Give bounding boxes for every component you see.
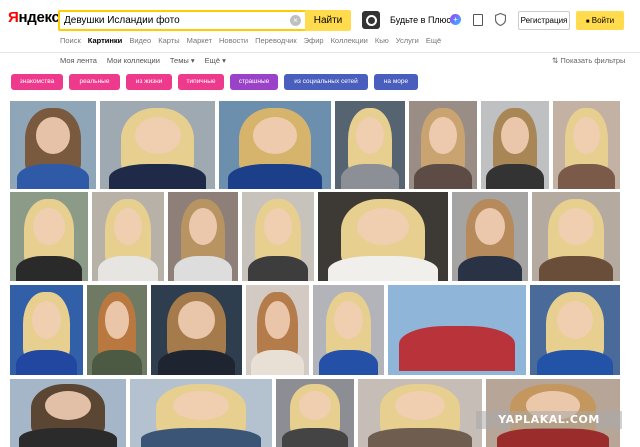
subnav: Моя лента Мои коллекции Темы ▾ Ещё ▾ — [60, 56, 226, 65]
service-tab[interactable]: Переводчик — [255, 36, 297, 48]
logo-first-letter: Я — [8, 9, 19, 26]
show-filters-button[interactable]: ⇅ Показать фильтры — [552, 56, 625, 65]
header-divider — [0, 52, 640, 53]
service-tab[interactable]: Ещё — [426, 36, 441, 48]
yandex-logo[interactable]: Яндекс — [8, 9, 60, 26]
image-result[interactable] — [481, 101, 549, 189]
search-input[interactable] — [62, 13, 298, 28]
service-tab[interactable]: Услуги — [396, 36, 419, 48]
image-result[interactable] — [92, 192, 164, 281]
search-box: × Найти — [58, 10, 351, 31]
show-filters-label: Показать фильтры — [560, 56, 626, 65]
tag-chip[interactable]: реальные — [69, 74, 120, 90]
image-result[interactable] — [452, 192, 528, 281]
image-result[interactable] — [219, 101, 331, 189]
image-result[interactable] — [87, 285, 147, 375]
more-dropdown[interactable]: Ещё ▾ — [205, 56, 226, 65]
login-button[interactable]: ■ Войти — [576, 11, 624, 30]
more-label: Ещё — [204, 56, 220, 65]
tag-chip[interactable]: страшные — [230, 74, 278, 90]
search-button[interactable]: Найти — [305, 10, 351, 31]
service-tab[interactable]: Маркет — [187, 36, 212, 48]
watermark: YAPLAKAL.COM — [476, 411, 622, 429]
image-result[interactable] — [10, 285, 83, 375]
tag-chip[interactable]: типичные — [178, 74, 224, 90]
camera-icon[interactable] — [362, 11, 380, 29]
login-icon: ■ — [585, 19, 590, 25]
chevron-down-icon: ▾ — [222, 56, 226, 65]
image-result[interactable] — [10, 192, 88, 281]
register-button[interactable]: Регистрация — [518, 11, 570, 30]
image-result[interactable] — [358, 379, 482, 447]
tag-chip[interactable]: из жизни — [126, 74, 172, 90]
chevron-down-icon: ▾ — [190, 56, 195, 65]
image-result[interactable] — [130, 379, 272, 447]
tag-chip[interactable]: знакомства — [11, 74, 63, 90]
tag-chip[interactable]: на море — [374, 74, 418, 90]
image-results-grid — [0, 0, 640, 447]
service-tab[interactable]: Коллекции — [331, 36, 368, 48]
image-result[interactable] — [388, 285, 526, 375]
image-result[interactable] — [335, 101, 405, 189]
my-feed-link[interactable]: Моя лента — [60, 56, 97, 65]
login-label: Войти — [591, 16, 615, 25]
service-tab[interactable]: Новости — [219, 36, 248, 48]
image-result[interactable] — [530, 285, 620, 375]
service-tab[interactable]: Видео — [129, 36, 151, 48]
image-result[interactable] — [100, 101, 215, 189]
image-result[interactable] — [313, 285, 384, 375]
image-result[interactable] — [10, 101, 96, 189]
image-result[interactable] — [276, 379, 354, 447]
image-result[interactable] — [409, 101, 477, 189]
collections-icon[interactable] — [473, 14, 483, 26]
tag-chip[interactable]: из социальных сетей — [284, 74, 368, 90]
clear-icon[interactable]: × — [290, 15, 301, 26]
topics-label: Темы — [169, 56, 189, 65]
image-result[interactable] — [168, 192, 238, 281]
services-nav: Поиск Картинки Видео Карты Маркет Новост… — [60, 36, 441, 48]
service-tab[interactable]: Кью — [375, 36, 389, 48]
tag-chips: знакомства реальные из жизни типичные ст… — [11, 74, 418, 90]
plus-badge-icon[interactable]: + — [450, 14, 461, 25]
image-result[interactable] — [151, 285, 242, 375]
image-result[interactable] — [553, 101, 620, 189]
logo-rest: ндекс — [18, 9, 60, 26]
shield-icon[interactable] — [495, 13, 506, 26]
image-result[interactable] — [246, 285, 309, 375]
image-result[interactable] — [318, 192, 448, 281]
header: Яндекс × Найти Будьте в Плюсе + Регистра… — [0, 0, 640, 32]
service-tab[interactable]: Поиск — [60, 36, 81, 48]
filters-icon: ⇅ — [552, 56, 559, 65]
plus-promo-link[interactable]: Будьте в Плюсе — [390, 15, 456, 25]
service-tab-active[interactable]: Картинки — [88, 36, 123, 48]
topics-dropdown[interactable]: Темы ▾ — [170, 56, 195, 65]
service-tab[interactable]: Эфир — [304, 36, 324, 48]
my-collections-link[interactable]: Мои коллекции — [107, 56, 160, 65]
service-tab[interactable]: Карты — [158, 36, 179, 48]
image-result[interactable] — [242, 192, 314, 281]
image-result[interactable] — [10, 379, 126, 447]
image-result[interactable] — [532, 192, 620, 281]
